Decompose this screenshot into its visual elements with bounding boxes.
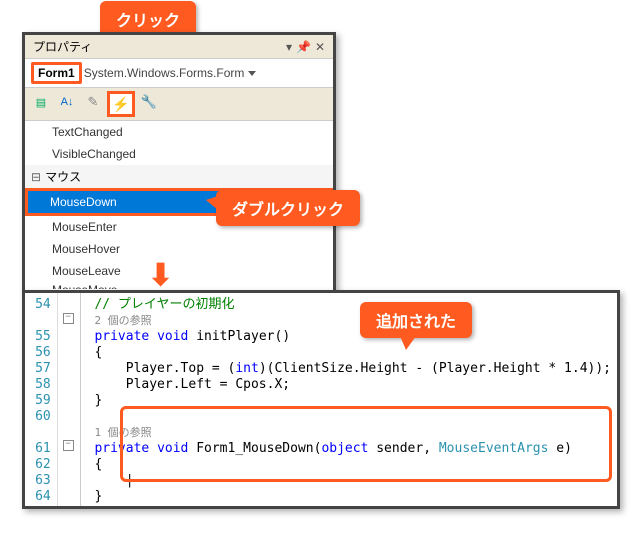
arrow-down-icon: ⬇ [148, 258, 173, 293]
callout-added: 追加された [360, 302, 472, 338]
events-button[interactable]: ⚡ [107, 91, 135, 117]
event-category-label: マウス [45, 168, 81, 185]
alphabetical-button[interactable]: A↓ [55, 91, 79, 113]
fold-toggle[interactable]: − [63, 313, 74, 324]
event-item[interactable]: VisibleChanged [25, 143, 333, 165]
callout-doubleclick: ダブルクリック [216, 190, 360, 226]
chevron-down-icon [248, 71, 256, 76]
panel-titlebar: プロパティ ▾ 📌 ✕ [25, 35, 333, 59]
event-selected-label: MouseDown [50, 195, 117, 209]
fold-toggle[interactable]: − [63, 440, 74, 451]
collapse-icon[interactable]: ⊟ [31, 170, 41, 184]
categorized-button[interactable]: ▤ [29, 91, 53, 113]
event-category[interactable]: ⊟ マウス [25, 165, 333, 188]
form-type: System.Windows.Forms.Form [84, 66, 245, 80]
panel-title: プロパティ [33, 38, 92, 55]
object-selector[interactable]: Form1 System.Windows.Forms.Form [25, 59, 333, 88]
fold-gutter: − − [58, 293, 81, 506]
code-editor[interactable]: 54 55 56 57 58 59 60 61 62 63 64 65 66 −… [22, 290, 620, 509]
close-icon[interactable]: ✕ [315, 40, 325, 54]
event-item[interactable]: MouseMove [25, 282, 333, 290]
panel-title-controls: ▾ 📌 ✕ [286, 40, 325, 54]
event-item[interactable]: MouseLeave [25, 260, 333, 282]
pin-icon[interactable]: 📌 [296, 40, 311, 54]
dropdown-icon[interactable]: ▾ [286, 40, 292, 54]
event-item[interactable]: TextChanged [25, 121, 333, 143]
code-body[interactable]: // プレイヤーの初期化 2 個の参照 private void initPla… [88, 293, 617, 506]
properties-button[interactable]: ✎ [81, 91, 105, 113]
property-pages-button[interactable]: 🔧 [137, 91, 161, 113]
event-item[interactable]: MouseHover [25, 238, 333, 260]
properties-toolbar: ▤ A↓ ✎ ⚡ 🔧 [25, 88, 333, 121]
form-name: Form1 [31, 62, 82, 84]
marker-gutter [81, 293, 89, 506]
line-numbers: 54 55 56 57 58 59 60 61 62 63 64 65 66 [25, 293, 58, 506]
properties-panel: プロパティ ▾ 📌 ✕ Form1 System.Windows.Forms.F… [22, 32, 336, 293]
